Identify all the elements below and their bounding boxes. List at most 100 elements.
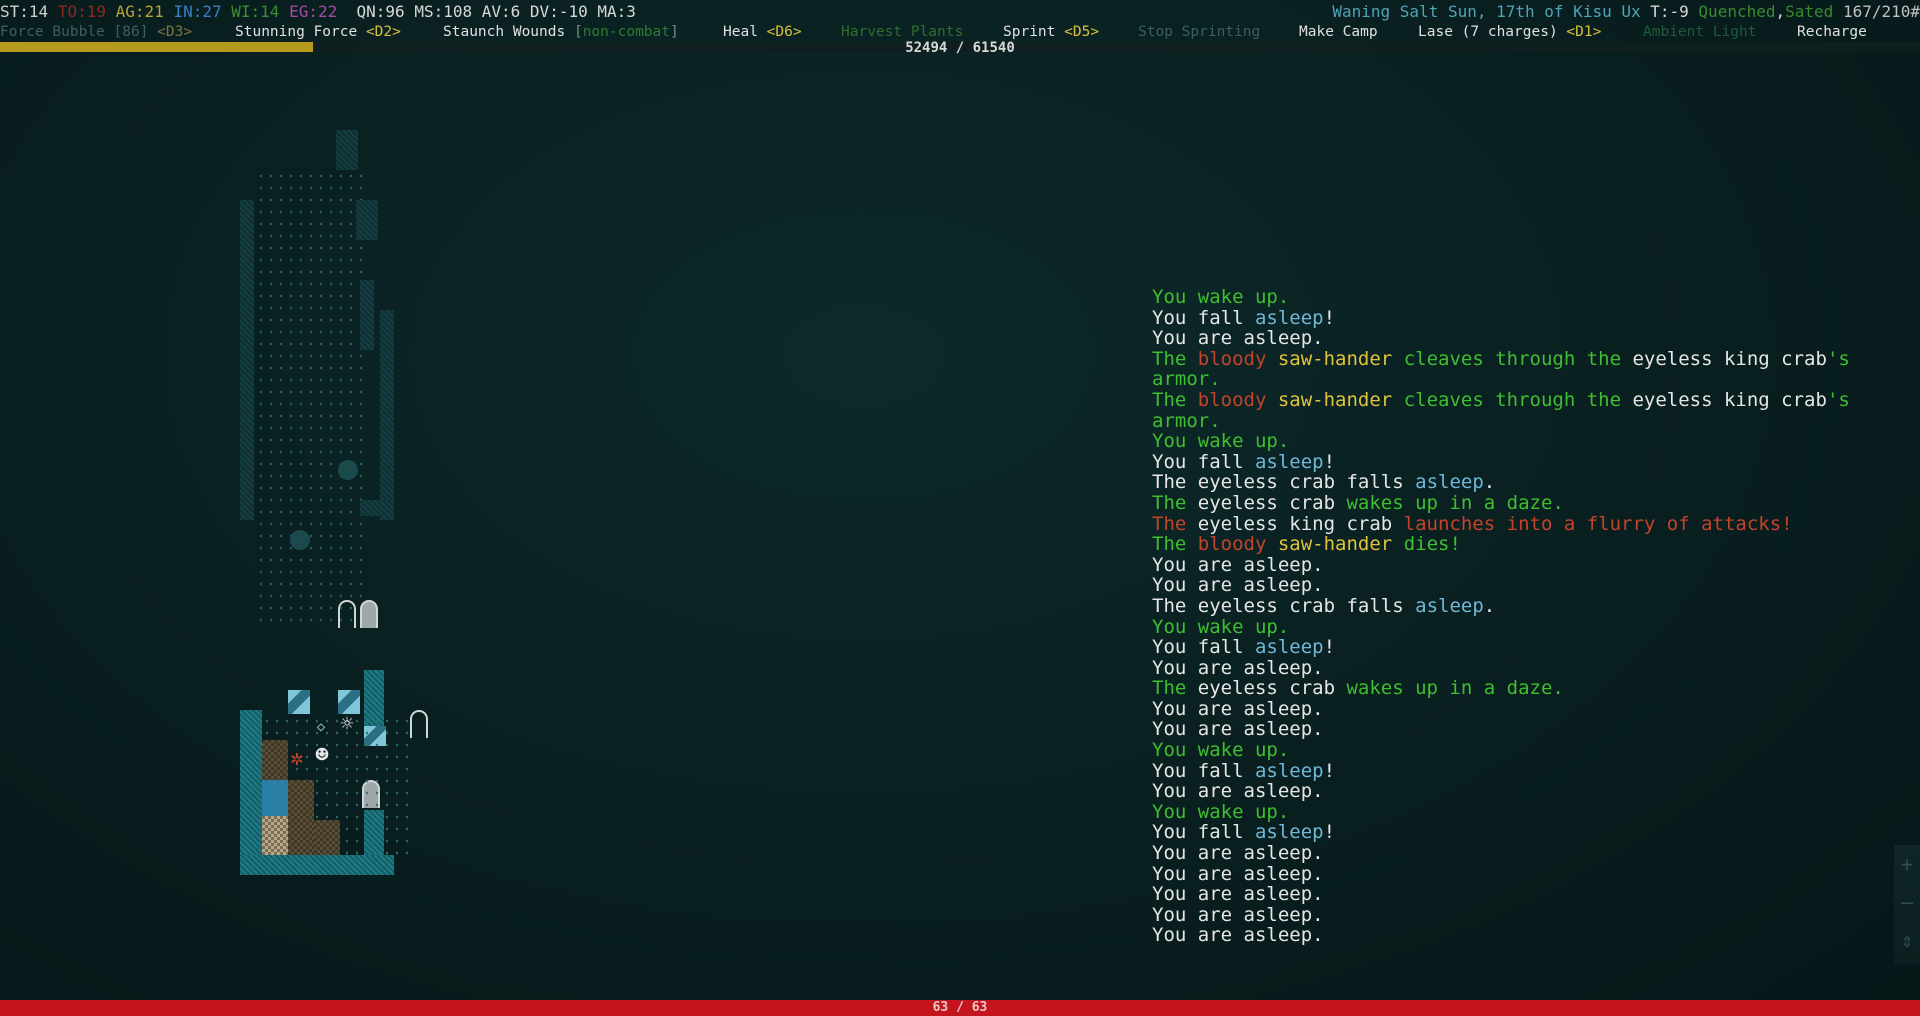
- log-message: You are asleep.: [1152, 718, 1324, 741]
- map-zoom-controls: + – ⇕: [1894, 845, 1920, 965]
- updown-arrow-icon[interactable]: ⇕: [1894, 921, 1920, 959]
- item-icon[interactable]: ◇: [314, 720, 328, 734]
- ability-sprint[interactable]: Sprint <D5>: [1003, 22, 1099, 42]
- log-message: You fall asleep!: [1152, 450, 1336, 473]
- ability-note: non-combat: [582, 24, 670, 40]
- log-message: You wake up.: [1152, 800, 1290, 823]
- ability-bar: Force Bubble [86] <D3> Stunning Force <D2…: [0, 22, 1920, 42]
- stat-ego: EG:22: [289, 2, 338, 21]
- log-message: You wake up.: [1152, 615, 1290, 638]
- water-pool: [262, 780, 288, 816]
- wall: [360, 280, 374, 350]
- ability-ambient-light[interactable]: Ambient Light: [1643, 22, 1757, 42]
- log-message: You fall asleep!: [1152, 821, 1336, 844]
- glass-wall: [338, 690, 360, 714]
- hunger-status: Sated: [1785, 2, 1834, 21]
- log-message: The bloody saw-hander cleaves through th…: [1152, 388, 1862, 432]
- crab-creature[interactable]: ✲: [286, 748, 308, 770]
- ability-label: Heal: [723, 24, 758, 40]
- stat-toughness: TO:19: [57, 2, 106, 21]
- ability-label: Lase (7 charges): [1418, 24, 1558, 40]
- log-message: You are asleep.: [1152, 327, 1324, 350]
- ability-label: Recharge: [1797, 24, 1867, 40]
- stat-dodge-value: DV:-10: [529, 2, 588, 21]
- game-map[interactable]: ☻ ✲ ☼ ◇: [230, 120, 450, 900]
- ability-lase-7-charges[interactable]: Lase (7 charges) <D1>: [1418, 22, 1601, 42]
- ability-recharge[interactable]: Recharge: [1797, 22, 1867, 42]
- ability-label: Staunch Wounds: [443, 24, 566, 40]
- minus-icon[interactable]: –: [1894, 883, 1920, 921]
- game-date: Waning Salt Sun, 17th of Kisu Ux: [1332, 2, 1641, 21]
- log-message: You are asleep.: [1152, 924, 1324, 947]
- log-message: You are asleep.: [1152, 842, 1324, 865]
- stat-intelligence: IN:27: [173, 2, 222, 21]
- door[interactable]: [410, 710, 428, 738]
- wall: [360, 500, 394, 516]
- log-message: You are asleep.: [1152, 862, 1324, 885]
- hp-bar: 63 / 63: [0, 1000, 1920, 1016]
- log-message: The eyeless crab wakes up in a daze.: [1152, 491, 1564, 514]
- ability-force-bubble-86[interactable]: Force Bubble [86] <D3>: [0, 22, 192, 42]
- ability-staunch-wounds[interactable]: Staunch Wounds [non-combat]: [443, 22, 679, 42]
- ability-stunning-force[interactable]: Stunning Force <D2>: [235, 22, 401, 42]
- ability-make-camp[interactable]: Make Camp: [1299, 22, 1378, 42]
- log-message: You fall asleep!: [1152, 636, 1336, 659]
- ability-label: Make Camp: [1299, 24, 1378, 40]
- status-bar: ST:14 TO:19 AG:21 IN:27 WI:14 EG:22 QN:9…: [0, 2, 1920, 22]
- stat-agility: AG:21: [115, 2, 164, 21]
- log-message: You are asleep.: [1152, 780, 1324, 803]
- explored-floor: [256, 170, 366, 630]
- log-message: The eyeless king crab launches into a fl…: [1152, 512, 1793, 535]
- wall: [336, 130, 358, 170]
- glass-wall: [288, 690, 310, 714]
- ability-heal[interactable]: Heal <D6>: [723, 22, 802, 42]
- log-message: You fall asleep!: [1152, 306, 1336, 329]
- ability-hotkey: <D5>: [1064, 24, 1100, 40]
- log-message: The bloody saw-hander dies!: [1152, 533, 1461, 556]
- ability-hotkey: <D3>: [157, 24, 193, 40]
- log-message: The bloody saw-hander cleaves through th…: [1152, 347, 1862, 391]
- log-message: You are asleep.: [1152, 656, 1324, 679]
- log-message: The eyeless crab falls asleep.: [1152, 471, 1496, 494]
- ability-label: Sprint: [1003, 24, 1056, 40]
- door[interactable]: [360, 600, 378, 628]
- hp-text: 63 / 63: [932, 1000, 988, 1015]
- player-character[interactable]: ☻: [310, 745, 334, 769]
- stat-strength: ST:14: [0, 2, 49, 21]
- ability-label: Stop Sprinting: [1138, 24, 1261, 40]
- wall: [356, 200, 378, 240]
- stat-mental-armor: MA:3: [597, 2, 636, 21]
- ability-stop-sprinting[interactable]: Stop Sprinting: [1138, 22, 1260, 42]
- dirt-floor: [314, 820, 340, 855]
- dirt-floor: [288, 780, 314, 855]
- log-message: You fall asleep!: [1152, 759, 1336, 782]
- door[interactable]: [338, 600, 356, 628]
- wall: [240, 200, 254, 520]
- sand-floor: [262, 816, 288, 855]
- temperature: T:-9: [1650, 2, 1689, 21]
- boulder: [290, 530, 310, 550]
- plus-icon[interactable]: +: [1894, 845, 1920, 883]
- ability-hotkey: <D2>: [365, 24, 401, 40]
- wall: [240, 855, 394, 875]
- ability-label: Force Bubble [86]: [0, 24, 149, 40]
- attribute-stats: ST:14 TO:19 AG:21 IN:27 WI:14 EG:22 QN:9…: [0, 2, 636, 22]
- wall: [240, 710, 262, 860]
- wall: [364, 810, 384, 855]
- stat-quickness: QN:96: [356, 2, 405, 21]
- message-log: You wake up. You fall asleep! You are asle…: [1152, 287, 1912, 946]
- thirst-status: Quenched: [1698, 2, 1776, 21]
- ability-hotkey: <D6>: [766, 24, 802, 40]
- ability-hotkey: <D1>: [1566, 24, 1602, 40]
- stat-willpower: WI:14: [231, 2, 280, 21]
- crab-creature[interactable]: ☼: [336, 714, 358, 736]
- ability-label: Ambient Light: [1643, 24, 1757, 40]
- ability-harvest-plants[interactable]: Harvest Plants: [841, 22, 963, 42]
- carry-weight: 167/210#: [1842, 2, 1920, 21]
- stat-armor-value: AV:6: [481, 2, 521, 21]
- log-message: You wake up.: [1152, 286, 1290, 308]
- log-message: You wake up.: [1152, 739, 1290, 762]
- log-message: You are asleep.: [1152, 553, 1324, 576]
- log-message: You are asleep.: [1152, 574, 1324, 597]
- ability-label: Harvest Plants: [841, 24, 964, 40]
